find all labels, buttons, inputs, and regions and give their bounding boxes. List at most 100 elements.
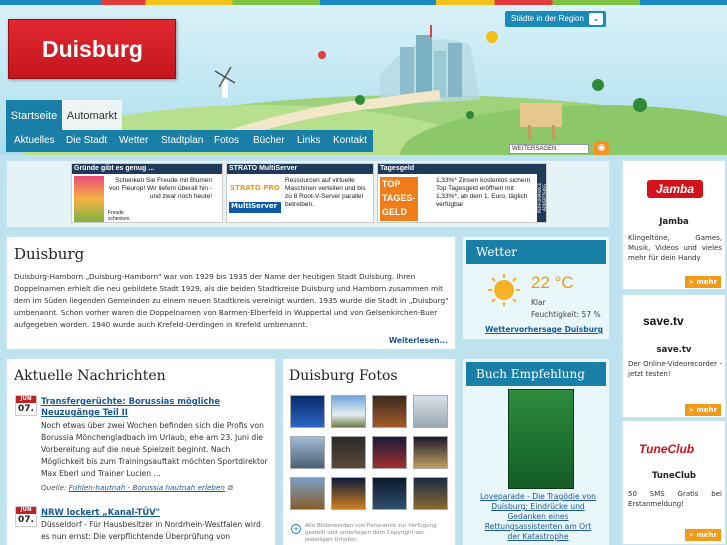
ad-badge: Freude schenken. [108, 210, 131, 222]
ad-network-label: PERFORMANCE ADVERTISING [537, 174, 547, 222]
ad-strip: Gründe gibt es genug ... Schenken Sie Fr… [6, 160, 610, 228]
intro-title: Duisburg [14, 245, 85, 263]
promo-tuneclub[interactable]: TuneClub TuneClub 50 SMS Gratis bei Erst… [622, 420, 726, 545]
savetv-logo-text: save.tv [643, 314, 684, 328]
news-date-month: JUN [16, 396, 36, 403]
savetv-logo: save.tv [629, 300, 721, 348]
promo-name: TuneClub [651, 471, 697, 481]
promo-more-button[interactable]: mehr [685, 276, 721, 288]
weather-conditions: Klar Feuchtigkeit: 57 % [531, 297, 601, 321]
promo-savetv[interactable]: save.tv save.tv Der Online-Videorecorder… [622, 294, 726, 418]
nav-die-stadt[interactable]: Die Stadt [66, 135, 107, 146]
ad-title: Gründe gibt es genug ... [72, 164, 222, 174]
news-source-link[interactable]: Fohlen-hautnah - Borussia hautnah erlebe… [69, 483, 225, 492]
strato-logo: STRATO PRO [230, 184, 280, 192]
region-dropdown[interactable]: Städte in der Region ⌄ [505, 11, 606, 27]
ad-title: Tagesgeld [378, 164, 546, 174]
multiserver-logo: MultiServer [229, 202, 281, 213]
photo-copyright-note: Alle Bilderwerden von Panoramio zur Verf… [305, 523, 437, 543]
promo-name: save.tv [656, 345, 692, 355]
news-box: Aktuelle Nachrichten JUN 07. Transferger… [6, 358, 276, 545]
jamba-logo-text: Jamba [647, 180, 703, 198]
sub-navigation: Aktuelles Die Stadt Wetter Stadtplan Fot… [6, 130, 373, 152]
info-icon: + [291, 524, 301, 534]
promo-text: 50 SMS Gratis bei Erstanmeldung! [628, 490, 722, 508]
nav-stadtplan[interactable]: Stadtplan [161, 135, 203, 146]
photos-title: Duisburg Fotos [289, 368, 398, 384]
photo-thumb[interactable] [290, 436, 325, 469]
site-logo[interactable]: Duisburg [8, 19, 176, 79]
ad-strato[interactable]: STRATO MultiServer STRATO PRO MultiServe… [226, 163, 374, 223]
intro-box: Duisburg Duisburg-Hamborn „Duisburg-Hamb… [6, 236, 456, 350]
news-body: Düsseldorf - Für Hausbesitzer in Nordrhe… [41, 520, 261, 545]
chevron-down-icon: ⌄ [589, 13, 603, 25]
weather-title: Wetter [466, 240, 606, 264]
external-link-icon: ⧉ [224, 483, 233, 492]
weather-forecast-link[interactable]: Wettervorhersage Duisburg [485, 325, 603, 334]
weather-humidity: Feuchtigkeit: 57 % [531, 310, 601, 319]
ad-text: 1,33%* Zinsen kostenlos sichern Top Tage… [436, 177, 531, 208]
tab-automarkt[interactable]: Automarkt [62, 100, 122, 130]
page: Duisburg Städte in der Region ⌄ WEITERSA… [0, 0, 727, 545]
photo-thumb[interactable] [331, 477, 366, 510]
tab-startseite[interactable]: Startseite [6, 100, 62, 130]
book-recommendation-title: Buch Empfehlung [466, 362, 606, 386]
news-date-day: 07. [18, 404, 34, 414]
book-link[interactable]: Loveparade - Die Tragödie von Duisburg: … [479, 492, 597, 542]
nav-kontakt[interactable]: Kontakt [333, 135, 367, 146]
news-headline[interactable]: NRW lockert „Kanal-TÜV" [41, 507, 160, 518]
promo-text: Klingeltöne, Games, Musik, Videos und vi… [628, 234, 722, 262]
flower-image [74, 176, 104, 222]
nav-aktuelles[interactable]: Aktuelles [14, 135, 55, 146]
photo-thumb[interactable] [372, 477, 407, 510]
sun-icon [488, 274, 520, 306]
photo-thumb[interactable] [331, 436, 366, 469]
promo-text: Der Online-Videorecorder - jetzt testen! [628, 360, 722, 378]
photo-thumb[interactable] [290, 477, 325, 510]
nav-buecher[interactable]: Bücher [253, 135, 285, 146]
photo-thumb[interactable] [372, 395, 407, 428]
news-date: JUN 07. [15, 395, 37, 416]
book-cover[interactable] [508, 389, 574, 489]
logo-text: Duisburg [42, 36, 143, 62]
share-button[interactable]: WEITERSAGEN [509, 144, 589, 154]
promo-more-button[interactable]: mehr [685, 404, 721, 416]
weather-box: Wetter 22 °C Klar Feuchtigkeit: 57 % Wet… [462, 236, 610, 340]
weather-condition: Klar [531, 298, 546, 307]
read-more-link[interactable]: Weiterlesen... [389, 336, 448, 345]
photo-thumb[interactable] [331, 395, 366, 428]
nav-links[interactable]: Links [297, 135, 320, 146]
news-headline[interactable]: Transfergerüchte: Borussias mögliche Neu… [41, 396, 267, 418]
photo-thumb[interactable] [413, 436, 448, 469]
photo-thumb[interactable] [290, 395, 325, 428]
news-title: Aktuelle Nachrichten [14, 368, 166, 384]
news-source-label: Quelle: [41, 483, 67, 492]
news-body: Noch etwas über zwei Wochen befinden sic… [41, 421, 268, 478]
nav-wetter[interactable]: Wetter [119, 135, 148, 146]
region-dropdown-label: Städte in der Region [511, 14, 584, 23]
ad-tagesgeld[interactable]: Tagesgeld TOP TAGES-GELD 1,33%* Zinsen k… [377, 163, 547, 223]
intro-text: Duisburg-Hamborn „Duisburg-Hamborn" war … [14, 272, 449, 329]
promo-name: Jamba [659, 217, 689, 227]
news-source: Quelle: Fohlen-hautnah - Borussia hautna… [41, 483, 232, 493]
promo-jamba[interactable]: Jamba Jamba Klingeltöne, Games, Musik, V… [622, 160, 726, 290]
promo-more-button[interactable]: mehr [685, 529, 721, 541]
ad-fleurop[interactable]: Gründe gibt es genug ... Schenken Sie Fr… [71, 163, 223, 223]
share-label: WEITERSAGEN [512, 146, 557, 152]
photo-thumb[interactable] [372, 436, 407, 469]
tuneclub-logo: TuneClub [629, 426, 721, 474]
nav-fotos[interactable]: Fotos [214, 135, 239, 146]
tagesgeld-logo: TOP TAGES-GELD [380, 177, 418, 221]
book-recommendation-box: Buch Empfehlung Loveparade - Die Tragödi… [462, 358, 610, 545]
ad-text: Ressourcen auf virtuelle Maschinen verte… [285, 177, 366, 208]
temperature: 22 °C [531, 273, 574, 292]
tuneclub-logo-text: TuneClub [639, 442, 695, 456]
photos-box: Duisburg Fotos + Alle Bilderwerden von P… [282, 358, 456, 545]
rss-icon[interactable]: ◉ [594, 141, 609, 155]
news-date-day: 07. [18, 515, 34, 525]
photo-thumb[interactable] [413, 395, 448, 428]
jamba-logo: Jamba [629, 166, 721, 214]
ad-text: Schenken Sie Freude mit Blumen von Fleur… [109, 177, 212, 200]
news-date-month: JUN [16, 507, 36, 514]
photo-thumb[interactable] [413, 477, 448, 510]
